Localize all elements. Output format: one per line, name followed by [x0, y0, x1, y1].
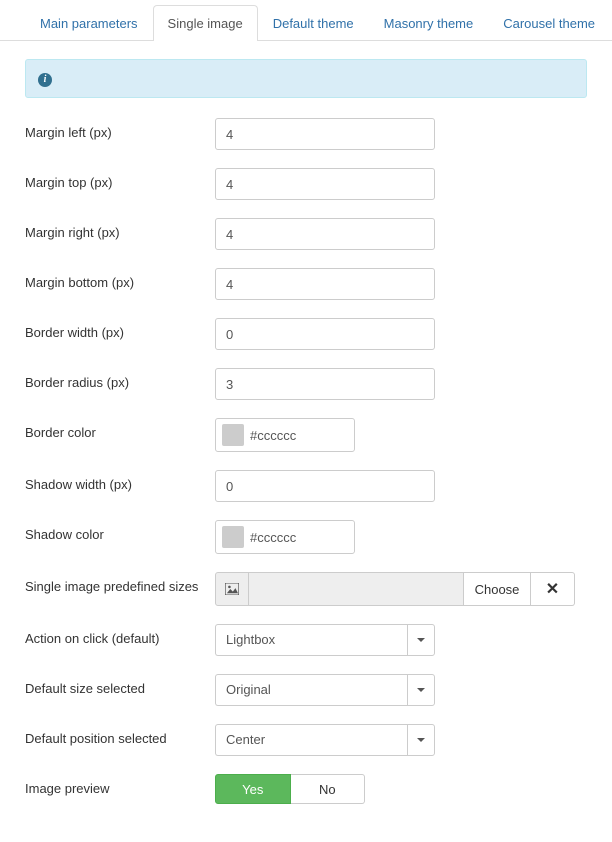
info-bar: i	[25, 59, 587, 98]
image-preview-yes[interactable]: Yes	[215, 774, 291, 804]
default-position-value: Center	[215, 724, 407, 756]
close-icon: ✕	[546, 579, 559, 599]
label-predefined-sizes: Single image predefined sizes	[25, 572, 215, 594]
tab-default-theme[interactable]: Default theme	[258, 5, 369, 41]
row-margin-top: Margin top (px)	[25, 168, 587, 200]
border-color-picker[interactable]: #cccccc	[215, 418, 355, 452]
row-margin-bottom: Margin bottom (px)	[25, 268, 587, 300]
row-default-size: Default size selected Original	[25, 674, 587, 706]
border-width-input[interactable]	[215, 318, 435, 350]
label-margin-top: Margin top (px)	[25, 168, 215, 190]
choose-button[interactable]: Choose	[463, 572, 531, 606]
clear-button[interactable]: ✕	[531, 572, 575, 606]
action-on-click-select[interactable]: Lightbox	[215, 624, 435, 656]
row-margin-right: Margin right (px)	[25, 218, 587, 250]
label-margin-left: Margin left (px)	[25, 118, 215, 140]
margin-right-input[interactable]	[215, 218, 435, 250]
border-color-value: #cccccc	[250, 428, 296, 443]
tab-single-image[interactable]: Single image	[153, 5, 258, 41]
label-default-position: Default position selected	[25, 724, 215, 746]
default-position-select[interactable]: Center	[215, 724, 435, 756]
border-radius-input[interactable]	[215, 368, 435, 400]
default-size-caret[interactable]	[407, 674, 435, 706]
row-border-width: Border width (px)	[25, 318, 587, 350]
tab-carousel-theme[interactable]: Carousel theme	[488, 5, 610, 41]
predefined-sizes-picker: Choose ✕	[215, 572, 575, 606]
label-border-width: Border width (px)	[25, 318, 215, 340]
label-action-on-click: Action on click (default)	[25, 624, 215, 646]
label-border-color: Border color	[25, 418, 215, 440]
row-default-position: Default position selected Center	[25, 724, 587, 756]
image-preview-toggle: Yes No	[215, 774, 365, 804]
border-color-swatch	[222, 424, 244, 446]
form: Margin left (px) Margin top (px) Margin …	[0, 118, 612, 842]
row-border-color: Border color #cccccc	[25, 418, 587, 452]
label-image-preview: Image preview	[25, 774, 215, 796]
label-margin-bottom: Margin bottom (px)	[25, 268, 215, 290]
label-border-radius: Border radius (px)	[25, 368, 215, 390]
row-shadow-color: Shadow color #cccccc	[25, 520, 587, 554]
label-margin-right: Margin right (px)	[25, 218, 215, 240]
row-action-on-click: Action on click (default) Lightbox	[25, 624, 587, 656]
default-position-caret[interactable]	[407, 724, 435, 756]
shadow-width-input[interactable]	[215, 470, 435, 502]
shadow-color-picker[interactable]: #cccccc	[215, 520, 355, 554]
label-shadow-width: Shadow width (px)	[25, 470, 215, 492]
predefined-sizes-path	[249, 572, 463, 606]
image-preview-no[interactable]: No	[291, 774, 366, 804]
shadow-color-value: #cccccc	[250, 530, 296, 545]
default-size-value: Original	[215, 674, 407, 706]
margin-top-input[interactable]	[215, 168, 435, 200]
image-icon	[215, 572, 249, 606]
action-on-click-caret[interactable]	[407, 624, 435, 656]
tab-bar: Main parameters Single image Default the…	[0, 0, 612, 41]
chevron-down-icon	[417, 688, 425, 692]
shadow-color-swatch	[222, 526, 244, 548]
default-size-select[interactable]: Original	[215, 674, 435, 706]
margin-bottom-input[interactable]	[215, 268, 435, 300]
action-on-click-value: Lightbox	[215, 624, 407, 656]
label-default-size: Default size selected	[25, 674, 215, 696]
chevron-down-icon	[417, 738, 425, 742]
tab-main-parameters[interactable]: Main parameters	[25, 5, 153, 41]
tab-masonry-theme[interactable]: Masonry theme	[369, 5, 489, 41]
margin-left-input[interactable]	[215, 118, 435, 150]
row-shadow-width: Shadow width (px)	[25, 470, 587, 502]
row-margin-left: Margin left (px)	[25, 118, 587, 150]
row-predefined-sizes: Single image predefined sizes Choose ✕	[25, 572, 587, 606]
row-image-preview: Image preview Yes No	[25, 774, 587, 804]
label-shadow-color: Shadow color	[25, 520, 215, 542]
row-border-radius: Border radius (px)	[25, 368, 587, 400]
info-icon: i	[38, 73, 52, 87]
chevron-down-icon	[417, 638, 425, 642]
